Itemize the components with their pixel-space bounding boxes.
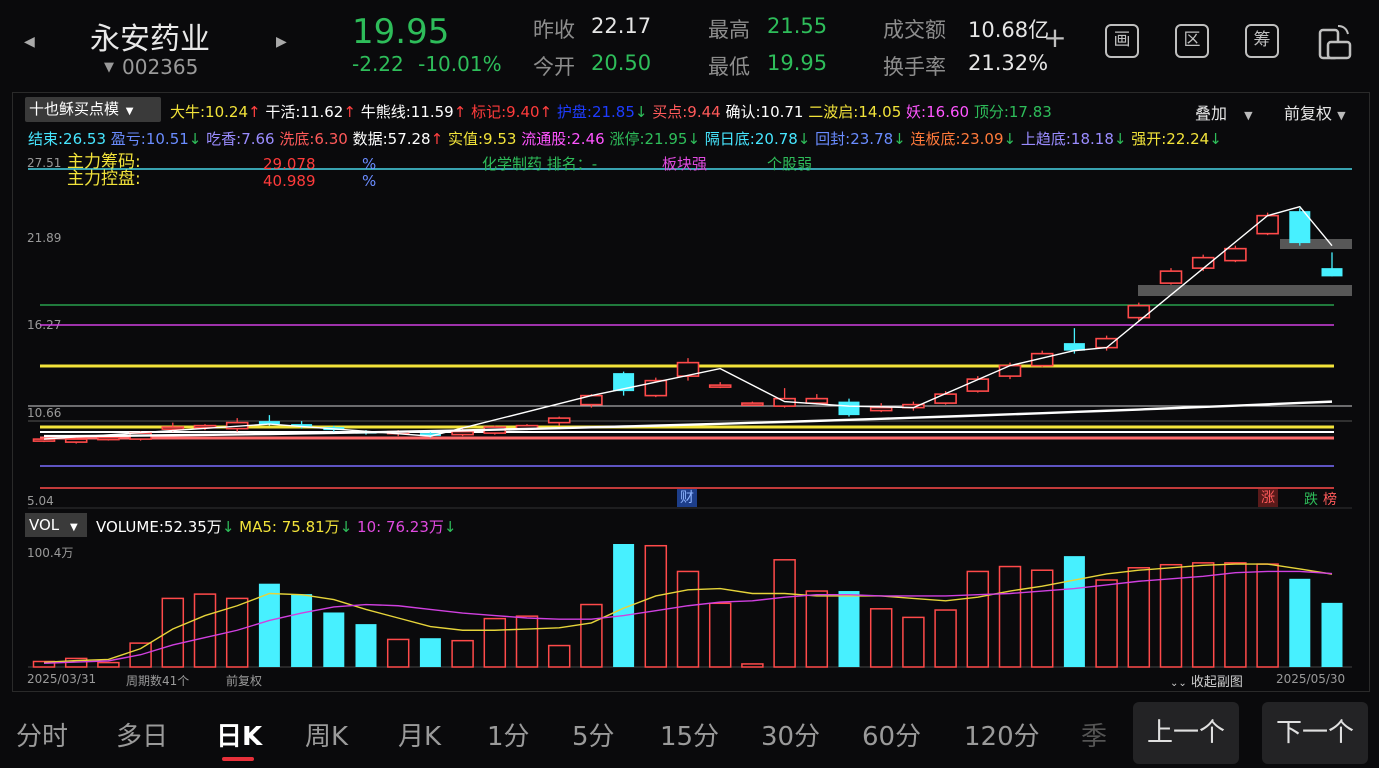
tab-label: 5分	[572, 722, 615, 752]
start-date: 2025/03/31	[27, 672, 97, 686]
tab-multiday[interactable]: 多日	[116, 716, 168, 753]
tab-label: 30分	[761, 722, 821, 752]
next-stock-button[interactable]: 下一个	[1262, 702, 1368, 764]
volume-bar	[1289, 578, 1311, 667]
prev-stock-label: 上一个	[1146, 718, 1225, 748]
chevrons-down-icon: ⌄⌄	[1170, 678, 1187, 689]
collapse-subchart-button[interactable]: ⌄⌄ 收起副图	[1170, 671, 1243, 690]
tab-label: 季	[1081, 722, 1108, 752]
volume-bar	[483, 617, 507, 668]
volume-bar	[902, 616, 925, 668]
volume-bar	[323, 612, 345, 667]
tab-daily-k[interactable]: 日K	[216, 716, 262, 753]
tab-label: 月K	[398, 722, 442, 752]
tab-label: 周K	[305, 722, 349, 752]
tab-intraday[interactable]: 分时	[16, 716, 68, 753]
tab-quarterly[interactable]: 季	[1081, 716, 1107, 753]
volume-bar	[355, 624, 377, 667]
adjust-mode-label: 前复权	[226, 674, 263, 688]
volume-bar	[1191, 562, 1215, 668]
tab-weekly-k[interactable]: 周K	[305, 716, 348, 753]
volume-bar	[805, 590, 829, 668]
collapse-label: 收起副图	[1190, 675, 1243, 690]
tab-label: 1分	[487, 722, 530, 752]
tab-label: 多日	[116, 722, 169, 752]
volume-bar	[580, 603, 603, 668]
volume-bar	[838, 591, 860, 667]
tab-label: 120分	[964, 722, 1040, 752]
end-date: 2025/05/30	[1276, 672, 1346, 686]
tab-30min[interactable]: 30分	[761, 716, 820, 753]
volume-bar	[1256, 563, 1279, 668]
active-tab-indicator	[222, 757, 254, 761]
volume-bar	[773, 559, 796, 668]
tab-label: 分时	[16, 722, 69, 752]
volume-bar	[708, 602, 732, 668]
volume-bar	[741, 663, 764, 668]
volume-bar	[386, 638, 410, 668]
prev-stock-button[interactable]: 上一个	[1133, 702, 1239, 764]
volume-bar	[934, 609, 957, 668]
volume-bar	[869, 608, 893, 668]
next-stock-label: 下一个	[1275, 718, 1354, 748]
volume-bar	[998, 565, 1022, 668]
volume-bar	[193, 593, 217, 668]
volume-bar	[1063, 556, 1085, 667]
period-count: 周期数41个	[126, 674, 190, 688]
volume-chart-svg	[28, 544, 1352, 668]
tab-label: 日K	[216, 722, 263, 752]
tab-15min[interactable]: 15分	[660, 716, 719, 753]
volume-bar	[419, 638, 441, 667]
tab-5min[interactable]: 5分	[572, 716, 615, 753]
tab-1min[interactable]: 1分	[487, 716, 530, 753]
volume-bar	[676, 570, 700, 668]
volume-bar	[547, 644, 571, 668]
volume-bar	[515, 615, 539, 668]
tab-monthly-k[interactable]: 月K	[398, 716, 441, 753]
volume-bar	[644, 544, 668, 668]
volume-bar	[966, 570, 990, 668]
volume-bar	[1095, 579, 1118, 668]
tab-60min[interactable]: 60分	[862, 716, 921, 753]
volume-bar	[1224, 562, 1247, 668]
tab-120min[interactable]: 120分	[964, 716, 1040, 753]
volume-bar	[97, 661, 120, 668]
tab-label: 60分	[862, 722, 922, 752]
volume-bar	[1321, 602, 1343, 667]
volume-bar	[451, 639, 474, 668]
volume-bar	[291, 594, 313, 667]
tab-label: 15分	[660, 722, 720, 752]
